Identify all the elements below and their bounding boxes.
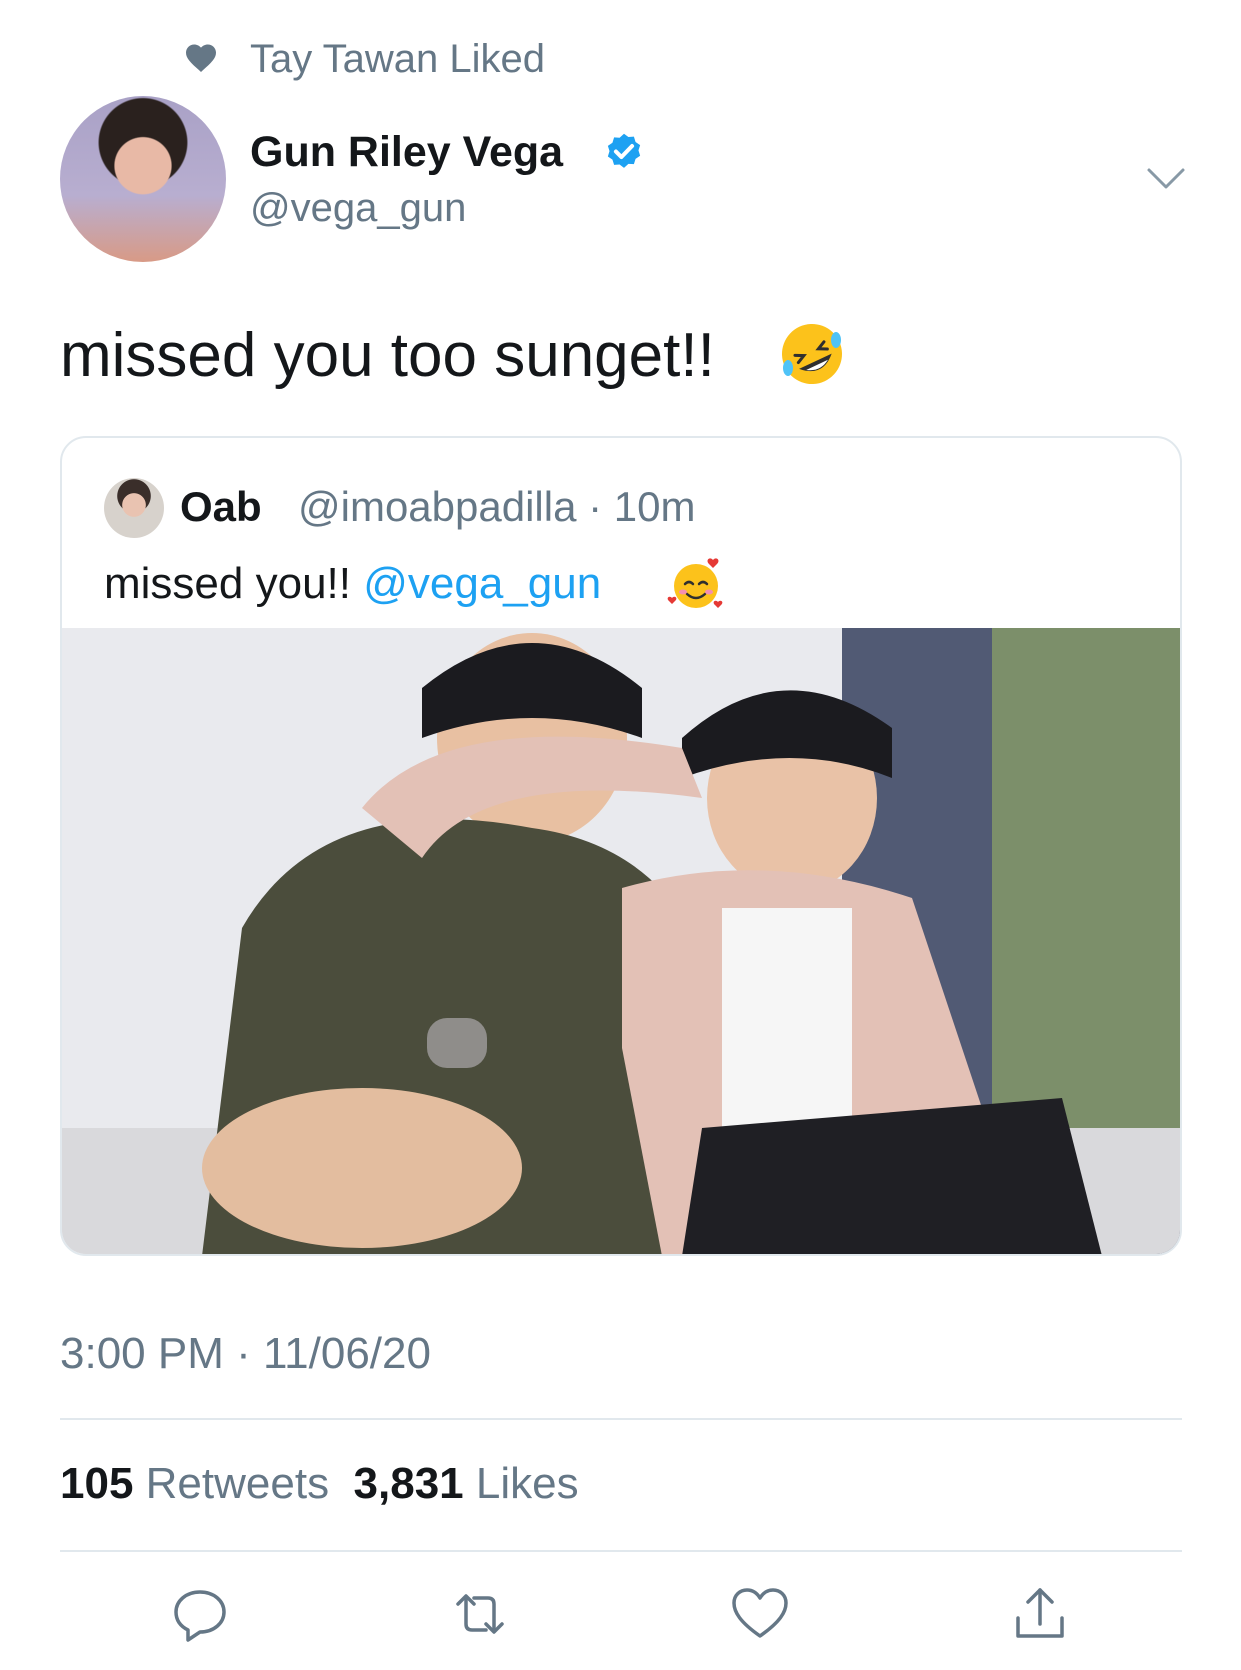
quoted-author-handle-time: @imoabpadilla · 10m (298, 483, 696, 530)
quoted-mention-link[interactable]: @vega_gun (363, 559, 601, 608)
tweet-text: missed you too sunget!! (60, 321, 715, 390)
reply-icon[interactable] (168, 1582, 232, 1646)
quoted-tweet-photo[interactable] (62, 628, 1180, 1256)
retweet-icon[interactable] (448, 1582, 512, 1646)
tweet-timestamp[interactable]: 3:00 PM · 11/06/20 (60, 1326, 431, 1382)
share-icon[interactable] (1008, 1582, 1072, 1646)
rolling-on-floor-laughing-emoji (782, 324, 842, 384)
social-context-text: Tay Tawan Liked (250, 37, 545, 81)
likes-stat[interactable]: 3,831 Likes (354, 1459, 579, 1508)
quoted-author-name[interactable]: Oab (180, 481, 262, 533)
retweets-label: Retweets (145, 1459, 330, 1508)
quoted-author-avatar[interactable] (104, 478, 164, 538)
quoted-tweet-text: missed you!! @vega_gun (104, 556, 601, 612)
chevron-down-icon[interactable] (1146, 166, 1186, 192)
likes-count: 3,831 (353, 1459, 464, 1508)
retweets-count: 105 (60, 1459, 134, 1508)
author-handle[interactable]: @vega_gun (250, 184, 466, 232)
smiling-face-with-hearts-emoji (667, 558, 723, 608)
like-icon[interactable] (728, 1582, 792, 1646)
engagement-stats: 105 Retweets 3,831 Likes (60, 1456, 579, 1512)
quoted-author-handle: @imoabpadilla (298, 483, 577, 530)
heart-icon (186, 44, 216, 72)
divider (60, 1550, 1182, 1552)
verified-badge-icon (607, 133, 641, 168)
author-display-name[interactable]: Gun Riley Vega (250, 126, 563, 178)
quoted-text-body: missed you!! (104, 559, 351, 608)
retweets-stat[interactable]: 105 Retweets (60, 1459, 329, 1508)
likes-label: Likes (475, 1459, 579, 1508)
quoted-time: 10m (613, 483, 696, 530)
quoted-tweet-card[interactable]: Oab @imoabpadilla · 10m missed you!! @ve… (60, 436, 1182, 1256)
divider (60, 1418, 1182, 1420)
author-avatar[interactable] (60, 96, 226, 262)
